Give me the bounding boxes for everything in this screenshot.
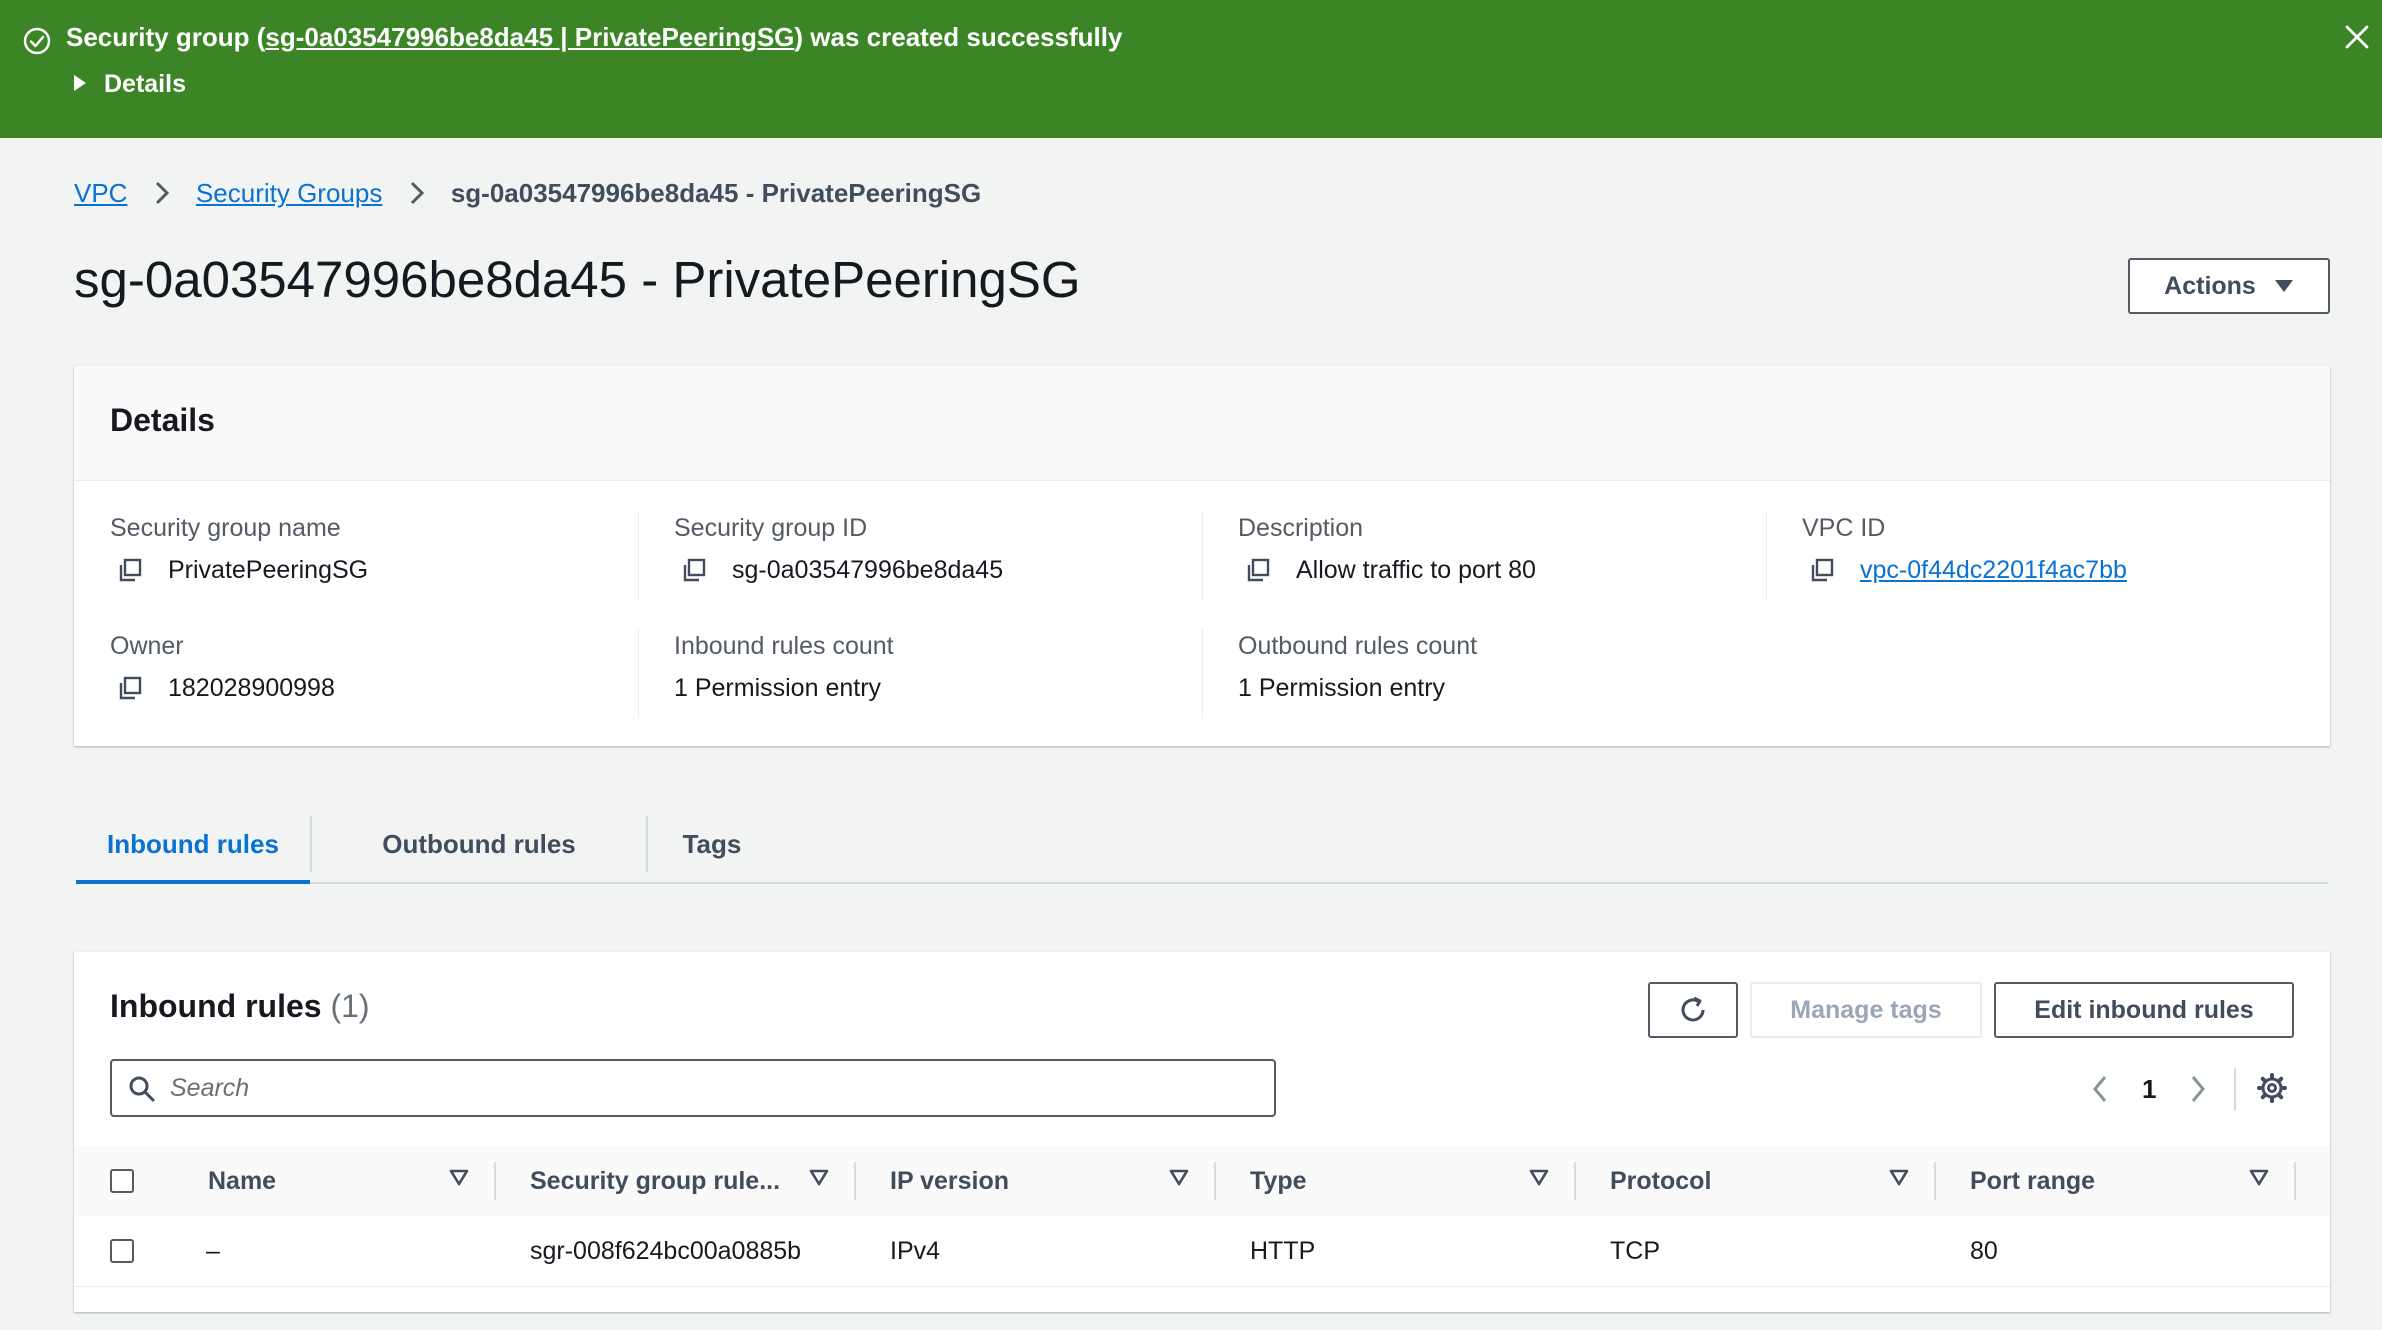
search-icon [129, 1076, 155, 1102]
search-input[interactable] [168, 1073, 1252, 1104]
column-separator[interactable] [2294, 1162, 2296, 1200]
copy-icon[interactable] [118, 558, 142, 582]
column-separator[interactable] [1214, 1162, 1216, 1200]
owner-value: 182028900998 [168, 674, 335, 702]
copy-icon[interactable] [1810, 558, 1834, 582]
column-divider [638, 512, 639, 600]
sg-name-value: PrivatePeeringSG [168, 556, 369, 584]
success-flash-bar: Security group (sg-0a03547996be8da45 | P… [0, 0, 2382, 138]
settings-gear-icon[interactable] [2256, 1072, 2288, 1104]
column-header-protocol[interactable]: Protocol [1610, 1146, 1711, 1216]
inbound-rules-heading: Inbound rules (1) [110, 988, 370, 1024]
chevron-right-icon[interactable] [2188, 1074, 2208, 1104]
tab-inbound-rules[interactable]: Inbound rules [76, 806, 310, 884]
caret-right-icon [74, 75, 86, 91]
owner-label: Owner [110, 632, 184, 660]
vpc-id-label: VPC ID [1802, 514, 1886, 542]
breadcrumb: VPC Security Groups sg-0a03547996be8da45… [74, 178, 981, 209]
description-label: Description [1238, 514, 1364, 542]
column-header-ip-version[interactable]: IP version [890, 1146, 1009, 1216]
column-divider [1202, 512, 1203, 600]
manage-tags-button[interactable]: Manage tags [1750, 982, 1982, 1038]
column-header-type[interactable]: Type [1250, 1146, 1307, 1216]
sort-filter-icon[interactable] [2248, 1166, 2270, 1188]
row-checkbox[interactable] [110, 1239, 134, 1263]
outbound-count-label: Outbound rules count [1238, 632, 1478, 660]
copy-icon[interactable] [118, 676, 142, 700]
rules-count: (1) [330, 988, 370, 1024]
chevron-right-icon [155, 181, 169, 205]
column-divider [1202, 628, 1203, 718]
sg-id-value: sg-0a03547996be8da45 [732, 556, 1004, 584]
sort-filter-icon[interactable] [1888, 1166, 1910, 1188]
tab-bar: Inbound rules Outbound rules Tags [76, 806, 2328, 884]
column-separator[interactable] [1574, 1162, 1576, 1200]
description-value: Allow traffic to port 80 [1296, 556, 1536, 584]
breadcrumb-current: sg-0a03547996be8da45 - PrivatePeeringSG [450, 178, 982, 208]
flash-sg-link[interactable]: sg-0a03547996be8da45 | PrivatePeeringSG [265, 22, 794, 52]
sort-filter-icon[interactable] [1168, 1166, 1190, 1188]
cell-rule-id: sgr-008f624bc00a0885b [530, 1236, 802, 1265]
breadcrumb-vpc[interactable]: VPC [74, 178, 127, 208]
column-separator[interactable] [854, 1162, 856, 1200]
sort-filter-icon[interactable] [808, 1166, 830, 1188]
sort-filter-icon[interactable] [1528, 1166, 1550, 1188]
select-all-checkbox[interactable] [110, 1169, 134, 1193]
column-separator[interactable] [494, 1162, 496, 1200]
column-header-name[interactable]: Name [208, 1146, 276, 1216]
search-field[interactable] [110, 1059, 1276, 1117]
cell-port-range: 80 [1970, 1236, 1998, 1265]
tab-tags[interactable]: Tags [648, 806, 776, 882]
sg-id-label: Security group ID [674, 514, 868, 542]
flash-details-label: Details [104, 70, 186, 98]
inbound-count-value: 1 Permission entry [674, 674, 882, 702]
details-panel-header: Details [74, 366, 2330, 481]
copy-icon[interactable] [682, 558, 706, 582]
page-title: sg-0a03547996be8da45 - PrivatePeeringSG [74, 251, 1081, 308]
close-icon[interactable] [2342, 22, 2372, 52]
details-heading: Details [110, 402, 215, 438]
caret-down-icon [2274, 280, 2293, 292]
page-number[interactable]: 1 [2142, 1074, 2156, 1105]
column-header-port-range[interactable]: Port range [1970, 1146, 2095, 1216]
sort-filter-icon[interactable] [448, 1166, 470, 1188]
column-separator[interactable] [1934, 1162, 1936, 1200]
tab-outbound-rules[interactable]: Outbound rules [312, 806, 646, 882]
cell-ip-version: IPv4 [890, 1236, 941, 1265]
chevron-left-icon[interactable] [2090, 1074, 2110, 1104]
refresh-button[interactable] [1648, 982, 1738, 1038]
column-header-rule-id[interactable]: Security group rule... [530, 1146, 780, 1216]
actions-button[interactable]: Actions [2128, 258, 2330, 314]
column-divider [1766, 512, 1767, 600]
flash-details-toggle[interactable]: Details [74, 70, 186, 99]
cell-name: – [206, 1236, 220, 1265]
edit-inbound-rules-button[interactable]: Edit inbound rules [1994, 982, 2294, 1038]
chevron-right-icon [410, 181, 424, 205]
cell-protocol: TCP [1610, 1236, 1660, 1265]
flash-message: Security group (sg-0a03547996be8da45 | P… [66, 22, 1123, 52]
outbound-count-value: 1 Permission entry [1238, 674, 1446, 702]
refresh-icon [1681, 996, 1705, 1022]
copy-icon[interactable] [1246, 558, 1270, 582]
details-panel: Details Security group name PrivatePeeri… [74, 366, 2330, 746]
inbound-count-label: Inbound rules count [674, 632, 894, 660]
actions-label: Actions [2164, 271, 2256, 300]
vpc-id-link[interactable]: vpc-0f44dc2201f4ac7bb [1860, 556, 2127, 584]
breadcrumb-security-groups[interactable]: Security Groups [196, 178, 382, 208]
check-circle-icon [23, 27, 51, 55]
cell-type: HTTP [1250, 1236, 1316, 1265]
sg-name-label: Security group name [110, 514, 341, 542]
column-divider [638, 628, 639, 718]
pagination-divider [2234, 1068, 2236, 1110]
